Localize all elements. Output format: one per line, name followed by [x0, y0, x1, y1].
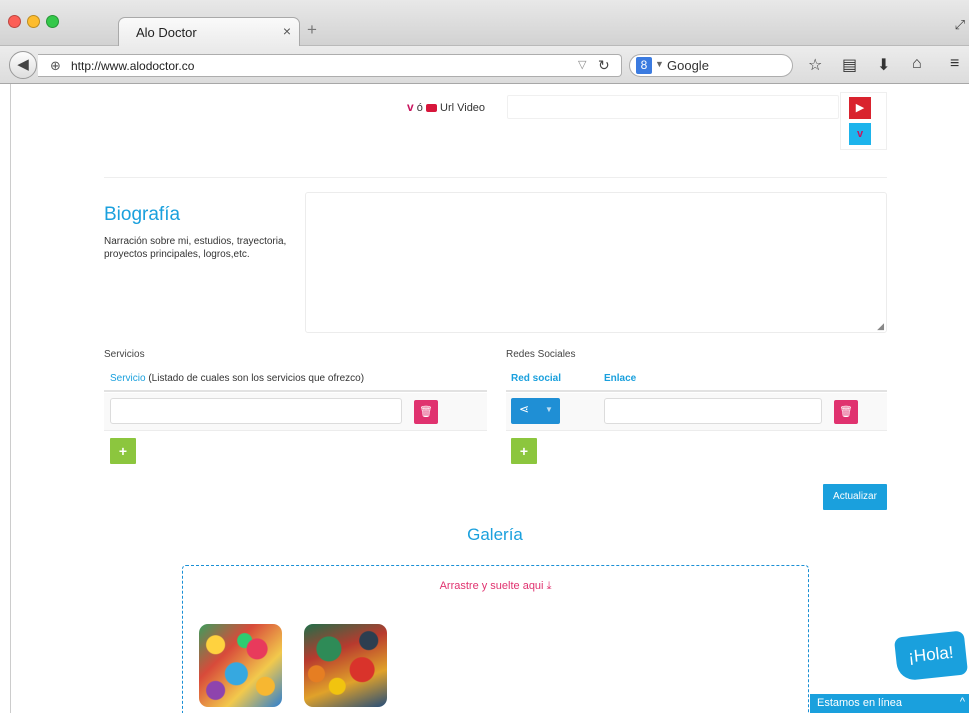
bookmark-star-icon[interactable]: ☆ [808, 55, 822, 75]
social-link-input[interactable] [604, 398, 822, 424]
textarea-resize-icon[interactable]: ◢ [877, 321, 884, 332]
chevron-up-icon[interactable]: ^ [960, 696, 965, 708]
delete-service-button[interactable]: 🗑 [414, 400, 438, 424]
services-column-header-rest: (Listado de cuales son los servicios que… [145, 373, 365, 384]
chat-greeting-text: ¡Hola! [907, 642, 955, 667]
services-column-header-strong: Servicio [110, 373, 146, 384]
back-button[interactable]: ◀ [9, 51, 37, 79]
services-column-header: Servicio (Listado de cuales son los serv… [110, 373, 364, 384]
url-bar[interactable]: ⊕ http://www.alodoctor.co ▽ ↻ [38, 54, 622, 77]
gallery-title: Galería [467, 525, 523, 544]
navigation-bar: ⊕ http://www.alodoctor.co ▽ ↻ ◀ 8 ▼ Goog… [0, 46, 969, 84]
page-viewport: v ó Url Video ▶ v Biografía Narración so… [0, 84, 969, 713]
biography-title: Biografía [104, 204, 181, 225]
url-history-dropdown-icon[interactable]: ▽ [578, 58, 586, 71]
add-service-button[interactable]: + [110, 438, 136, 464]
window-maximize-icon[interactable] [46, 15, 59, 28]
youtube-button[interactable]: ▶ [849, 97, 871, 119]
download-icon[interactable]: ⬇ [877, 55, 890, 75]
trash-icon: 🗑 [839, 406, 853, 418]
youtube-logo-icon: ▶ [855, 102, 865, 114]
video-url-label: v ó Url Video [407, 100, 485, 114]
chat-status-text: Estamos en línea [817, 697, 902, 709]
video-label-text: Url Video [440, 102, 486, 114]
add-social-button[interactable]: + [511, 438, 537, 464]
services-table-header: Servicio (Listado de cuales son los serv… [104, 366, 487, 392]
video-label-or: ó [416, 102, 423, 114]
gallery-dropzone[interactable]: Arrastre y suelte aqui ⤓ [182, 565, 809, 713]
services-title: Servicios [104, 349, 145, 360]
window-minimize-icon[interactable] [27, 15, 40, 28]
fullscreen-icon[interactable]: ⤢ [955, 17, 965, 33]
chat-status-bar[interactable]: Estamos en línea ^ [810, 694, 969, 713]
youtube-icon [425, 104, 437, 113]
google-search-icon[interactable]: 8 [636, 57, 652, 74]
tab-close-icon[interactable]: × [283, 23, 291, 39]
window-titlebar: Alo Doctor × + ⤢ [0, 0, 969, 46]
social-table-header: Red social Enlace [506, 366, 887, 392]
search-placeholder: Google [667, 58, 709, 73]
social-networks-title: Redes Sociales [506, 349, 576, 360]
dropzone-label: Arrastre y suelte aqui [439, 580, 544, 592]
url-text[interactable]: http://www.alodoctor.co [71, 59, 194, 73]
new-tab-icon[interactable]: + [307, 20, 317, 40]
download-icon: ⤓ [546, 580, 552, 592]
window-close-icon[interactable] [8, 15, 21, 28]
social-network-select[interactable]: ⋖ ▼ [511, 398, 560, 424]
vimeo-button[interactable]: v [849, 123, 871, 145]
delete-social-button[interactable]: 🗑 [834, 400, 858, 424]
section-divider [104, 177, 887, 178]
table-row: 🗑 [104, 393, 487, 431]
menu-icon[interactable]: ≡ [950, 55, 959, 73]
chat-greeting-bubble[interactable]: ¡Hola! [893, 630, 969, 682]
social-column-network: Red social [511, 373, 562, 384]
biography-textarea[interactable]: ◢ [305, 192, 887, 333]
page-edge [10, 84, 11, 713]
reload-icon[interactable]: ↻ [598, 57, 610, 74]
tab-title: Alo Doctor [136, 25, 197, 40]
search-bar[interactable]: 8 ▼ Google [629, 54, 793, 77]
update-button[interactable]: Actualizar [823, 484, 887, 510]
social-column-link: Enlace [604, 373, 637, 384]
video-url-input[interactable] [507, 95, 839, 119]
back-arrow-icon: ◀ [17, 56, 29, 73]
bookmarks-list-icon[interactable]: ▤ [842, 55, 857, 75]
trash-icon: 🗑 [419, 406, 433, 418]
browser-tab[interactable]: Alo Doctor × [118, 17, 300, 46]
dropzone-text: Arrastre y suelte aqui ⤓ [183, 580, 808, 593]
share-icon: ⋖ [519, 402, 530, 416]
globe-icon: ⊕ [50, 58, 61, 73]
gallery-image[interactable] [304, 624, 387, 707]
service-input[interactable] [110, 398, 402, 424]
biography-description: Narración sobre mi, estudios, trayectori… [104, 236, 287, 260]
table-row: ⋖ ▼ 🗑 [506, 393, 887, 431]
gallery-image[interactable] [199, 624, 282, 707]
vimeo-logo-icon: v [856, 128, 864, 140]
vimeo-icon: v [407, 100, 414, 114]
home-icon[interactable]: ⌂ [912, 55, 922, 73]
search-engine-dropdown-icon[interactable]: ▼ [655, 59, 664, 69]
chevron-down-icon: ▼ [545, 405, 553, 414]
